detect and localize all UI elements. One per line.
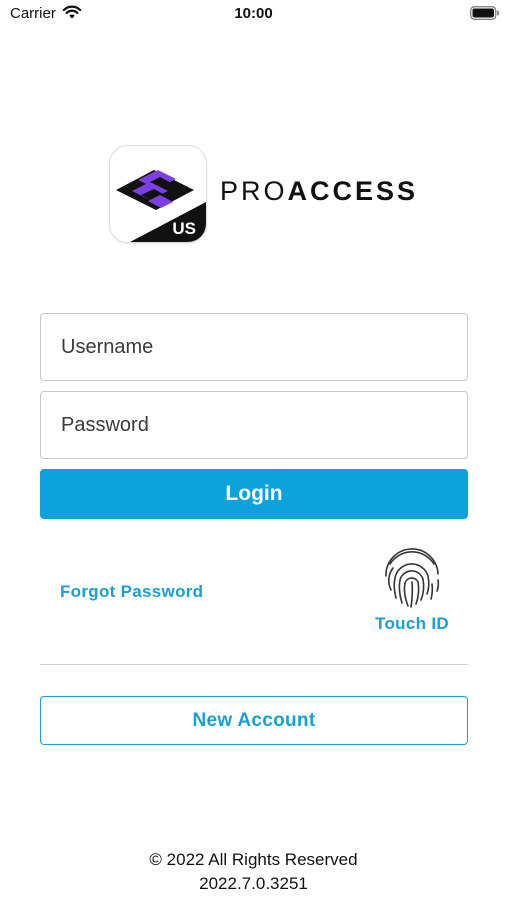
login-button[interactable]: Login: [40, 469, 468, 519]
touch-id-button[interactable]: Touch ID: [368, 542, 456, 634]
brand-name-light: PRO: [220, 176, 288, 206]
status-bar: Carrier 10:00: [0, 0, 507, 30]
brand-name-bold: ACCESS: [287, 176, 419, 206]
status-time: 10:00: [234, 5, 273, 22]
divider: [40, 664, 468, 665]
forgot-password-link[interactable]: Forgot Password: [60, 582, 203, 602]
new-account-button[interactable]: New Account: [40, 696, 468, 745]
fingerprint-icon: [381, 546, 443, 615]
battery-icon: [470, 6, 500, 25]
version-text: 2022.7.0.3251: [199, 874, 308, 893]
password-field[interactable]: [40, 391, 468, 459]
brand-name: PROACCESS: [220, 176, 418, 207]
us-badge: US: [172, 219, 196, 238]
proaccess-app-icon: US: [110, 146, 206, 242]
username-input[interactable]: [41, 314, 467, 380]
touch-id-label: Touch ID: [375, 614, 449, 633]
password-input[interactable]: [41, 392, 467, 458]
copyright-text: © 2022 All Rights Reserved: [149, 850, 358, 869]
username-field[interactable]: [40, 313, 468, 381]
